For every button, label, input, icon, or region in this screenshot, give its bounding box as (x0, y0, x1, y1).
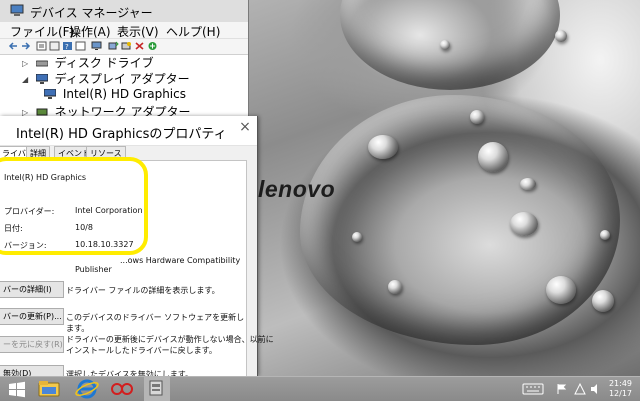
expand-arrow-icon[interactable]: ▷ (22, 59, 32, 68)
version-label: バージョン: (4, 241, 47, 250)
signer-value-line2: Publisher (75, 265, 112, 274)
tab-details[interactable]: 詳細 (26, 146, 50, 160)
properties-title: Intel(R) HD Graphicsのプロパティ (16, 127, 227, 142)
water-drop (600, 230, 610, 240)
tab-strip: ライバー 詳細 イベント リソース (0, 146, 257, 161)
water-drop (546, 276, 576, 304)
close-icon[interactable]: × (238, 120, 252, 134)
tree-item-display-adapters[interactable]: ◢ ディスプレイ アダプター (22, 70, 190, 86)
date-label: 日付: (4, 224, 23, 233)
clock-time: 21:49 (608, 379, 632, 388)
tree-view-icon[interactable] (36, 41, 47, 51)
water-drop (510, 212, 538, 236)
start-button[interactable] (6, 377, 28, 401)
water-drop (470, 110, 484, 124)
network-icon[interactable] (574, 383, 586, 395)
properties-titlebar: Intel(R) HD Graphicsのプロパティ × (0, 116, 257, 146)
keyboard-icon[interactable] (522, 383, 544, 395)
device-manager-task-icon[interactable] (144, 377, 170, 401)
provider-value: Intel Corporation (75, 206, 143, 215)
flag-icon[interactable] (556, 383, 568, 395)
scan-hardware-icon[interactable] (121, 41, 132, 51)
clock[interactable]: 21:49 12/17 (609, 379, 632, 399)
help-icon[interactable]: ? (62, 41, 73, 51)
version-value: 10.18.10.3327 (75, 240, 134, 249)
update-driver-icon[interactable] (108, 41, 119, 51)
water-drop (440, 40, 450, 50)
clock-date: 12/17 (608, 389, 632, 398)
tree-item-disk-drives[interactable]: ▷ ディスク ドライブ (22, 54, 154, 70)
collapse-arrow-icon[interactable]: ◢ (22, 75, 32, 84)
menu-file[interactable]: ファイル(F) (10, 23, 74, 40)
tree-item-label: Intel(R) HD Graphics (62, 87, 186, 101)
stone-large (300, 95, 620, 345)
water-drop (368, 135, 398, 159)
taskbar: 21:49 12/17 (0, 376, 640, 401)
display-adapter-icon (35, 74, 48, 84)
view-icon[interactable] (75, 41, 86, 51)
update-driver-button[interactable]: バーの更新(P)... (0, 308, 64, 325)
properties-icon[interactable] (49, 41, 60, 51)
device-manager-window: デバイス マネージャー ファイル(F) 操作(A) 表示(V) ヘルプ(H) ?… (0, 0, 249, 127)
lenovo-logo: lenovo (258, 176, 336, 202)
driver-details-desc: ドライバー ファイルの詳細を表示します。 (66, 286, 220, 295)
provider-label: プロバイダー: (4, 207, 55, 216)
signer-value: ...ows Hardware Compatibility (120, 256, 241, 265)
rollback-driver-button[interactable]: ーを元に戻す(R) (0, 336, 64, 353)
explorer-icon[interactable] (36, 377, 62, 401)
date-value: 10/8 (75, 223, 93, 232)
toolbar: ? (0, 39, 248, 55)
device-manager-title: デバイス マネージャー (30, 6, 153, 20)
driver-details-button[interactable]: バーの詳細(I) (0, 281, 64, 298)
back-icon[interactable] (8, 41, 19, 51)
menu-help[interactable]: ヘルプ(H) (166, 23, 220, 40)
device-manager-icon (10, 4, 24, 16)
add-hardware-icon[interactable] (147, 41, 158, 51)
water-drop (592, 290, 614, 312)
internet-explorer-icon[interactable] (74, 377, 100, 401)
stone-top (340, 0, 560, 90)
water-drop (352, 232, 362, 242)
update-driver-desc: このデバイスのドライバー ソフトウェアを更新します。 (66, 313, 245, 333)
device-manager-titlebar: デバイス マネージャー (0, 0, 248, 22)
display-device-icon (44, 89, 56, 99)
svg-text:?: ? (65, 43, 69, 51)
water-drop (388, 280, 402, 294)
uninstall-icon[interactable] (134, 41, 145, 51)
menubar: ファイル(F) 操作(A) 表示(V) ヘルプ(H) (0, 22, 248, 39)
monitor-icon[interactable] (91, 41, 102, 51)
tree-item-label: ディスプレイ アダプター (54, 72, 190, 86)
lenovo-app-icon[interactable] (108, 377, 136, 401)
water-drop (478, 142, 508, 172)
menu-action[interactable]: 操作(A) (69, 23, 111, 40)
disk-drive-icon (35, 60, 48, 67)
properties-dialog: Intel(R) HD Graphicsのプロパティ × ライバー 詳細 イベン… (0, 116, 274, 382)
tab-resources[interactable]: リソース (86, 146, 126, 160)
water-drop (555, 30, 567, 42)
menu-view[interactable]: 表示(V) (117, 23, 159, 40)
forward-icon[interactable] (20, 41, 31, 51)
volume-icon[interactable] (590, 383, 602, 395)
tree-item-intel-hd-graphics[interactable]: Intel(R) HD Graphics (44, 87, 186, 103)
device-name: Intel(R) HD Graphics (4, 173, 87, 182)
water-drop (520, 178, 536, 190)
driver-tab-panel: Intel(R) HD Graphics プロバイダー: Intel Corpo… (0, 160, 274, 382)
tree-item-label: ディスク ドライブ (54, 56, 154, 70)
rollback-driver-desc: ドライバーの更新後にデバイスが動作しない場合、以前に インストールしたドライバー… (66, 335, 274, 355)
